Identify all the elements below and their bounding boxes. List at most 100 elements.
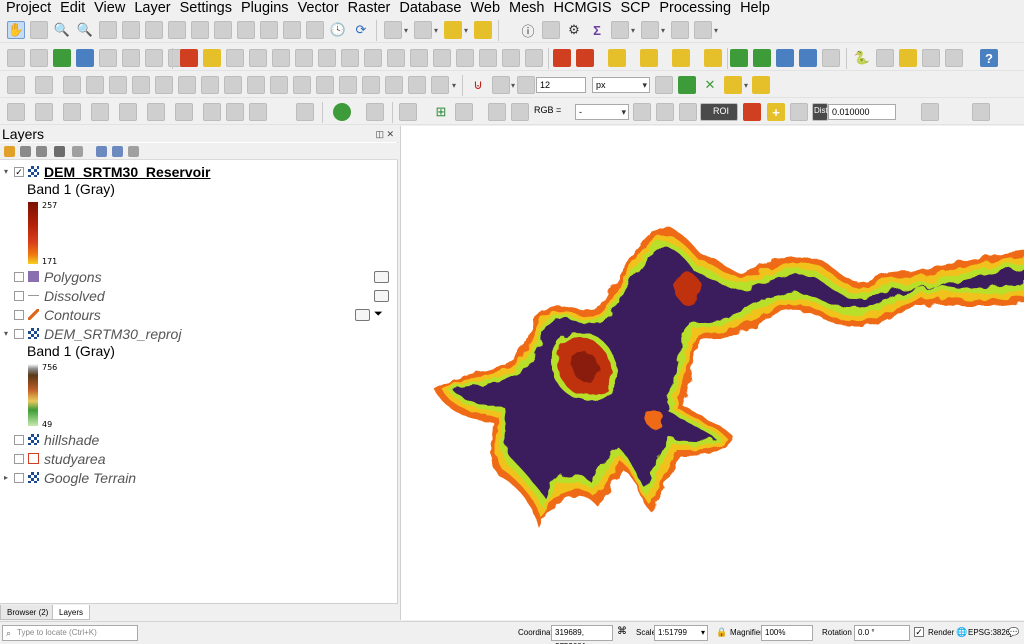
tab-browser[interactable]: Browser (2) — [0, 605, 56, 620]
menu-layer[interactable]: Layer — [131, 0, 176, 17]
magnifier-field[interactable]: 100% — [761, 625, 813, 641]
dist-input[interactable]: 0.010000 — [828, 104, 896, 120]
snap-type-icon[interactable] — [517, 76, 535, 94]
zoom-next-icon[interactable] — [237, 21, 255, 39]
label-tool-icon[interactable] — [433, 49, 451, 67]
pan-hand-icon[interactable]: ✋ — [7, 21, 25, 39]
snap-units-select[interactable]: px — [592, 77, 650, 93]
scp-zoom-icon[interactable]: ⊞ — [432, 103, 450, 121]
data-source-manager-icon[interactable] — [7, 49, 25, 67]
plugin-chart-icon[interactable] — [922, 49, 940, 67]
new-geopackage-icon[interactable] — [30, 49, 48, 67]
add-raster-icon[interactable] — [76, 49, 94, 67]
snap-vertex-icon[interactable] — [492, 76, 510, 94]
menu-help[interactable]: Help — [737, 0, 776, 17]
layer-visibility-checkbox[interactable] — [14, 472, 24, 483]
snapping-magnet-icon[interactable]: ⊍ — [469, 76, 487, 94]
snap-tolerance-input[interactable]: 12 — [536, 77, 586, 93]
plugin-layout-icon[interactable] — [576, 49, 594, 67]
menu-vector[interactable]: Vector — [295, 0, 345, 17]
layer-row-studyarea[interactable]: studyarea — [0, 449, 398, 468]
pin-label-icon[interactable] — [456, 49, 474, 67]
locator-search-input[interactable]: ⌕ Type to locate (Ctrl+K) — [2, 625, 138, 641]
delete-selected-icon[interactable] — [295, 49, 313, 67]
scp-zoom-image-icon[interactable] — [511, 103, 529, 121]
zoom-last-icon[interactable] — [214, 21, 232, 39]
map-canvas[interactable] — [400, 126, 1024, 620]
menu-edit[interactable]: Edit — [57, 0, 91, 17]
plugin-tray-icon[interactable] — [899, 49, 917, 67]
select-features-icon[interactable] — [384, 21, 402, 39]
settings-gear-icon[interactable]: ⚙ — [565, 21, 583, 39]
add-wms-icon[interactable] — [122, 49, 140, 67]
rotate-label-icon[interactable] — [525, 49, 543, 67]
scp-roi-zoom-icon[interactable] — [679, 103, 697, 121]
new-map-view-icon[interactable] — [260, 21, 278, 39]
layer-visibility-checkbox[interactable]: ✓ — [14, 166, 24, 177]
plugin-eraser-icon[interactable] — [876, 49, 894, 67]
extents-toggle-icon[interactable]: ⌘ — [617, 626, 627, 637]
paste-features-icon[interactable] — [364, 49, 382, 67]
snap-self-icon[interactable] — [752, 76, 770, 94]
layer-row-dissolved[interactable]: Dissolved — [0, 286, 398, 305]
plugin-triangle-icon[interactable] — [753, 49, 771, 67]
redo-icon[interactable] — [410, 49, 428, 67]
show-hide-label-icon[interactable] — [479, 49, 497, 67]
expand-all-icon[interactable] — [96, 146, 107, 157]
cut-features-icon[interactable] — [318, 49, 336, 67]
add-group-icon[interactable] — [20, 146, 31, 157]
scale-select[interactable]: 1:51799 — [654, 625, 708, 641]
expander-icon[interactable]: ▸ — [4, 473, 8, 482]
plugin-red-icon[interactable] — [553, 49, 571, 67]
scp-add-roi-icon[interactable]: + — [767, 103, 785, 121]
plugin-yellow-b-icon[interactable] — [640, 49, 658, 67]
scp-image-icon[interactable] — [488, 103, 506, 121]
digitize-icon[interactable] — [249, 49, 267, 67]
temporal-clock-icon[interactable]: 🕓 — [329, 21, 347, 39]
toggle-editing-icon[interactable] — [203, 49, 221, 67]
scp-stretch-a-icon[interactable] — [633, 103, 651, 121]
menu-mesh[interactable]: Mesh — [506, 0, 550, 17]
python-console-icon[interactable]: 🐍 — [853, 49, 871, 67]
zoom-native-icon[interactable] — [191, 21, 209, 39]
add-mesh-icon[interactable] — [99, 49, 117, 67]
tab-layers[interactable]: Layers — [52, 605, 91, 620]
deselect-icon[interactable] — [444, 21, 462, 39]
add-vector-icon[interactable] — [53, 49, 71, 67]
zoom-selection-icon[interactable] — [145, 21, 163, 39]
pan-to-selection-icon[interactable] — [30, 21, 48, 39]
layer-visibility-checkbox[interactable] — [14, 271, 24, 282]
bookmark-icon[interactable] — [306, 21, 324, 39]
scp-tools-icon[interactable] — [455, 103, 473, 121]
layer-row-dem-reproj[interactable]: ▾ DEM_SRTM30_reproj — [0, 324, 398, 343]
plugin-globe-b-icon[interactable] — [799, 49, 817, 67]
embedded-widget-icon[interactable] — [374, 270, 389, 283]
filter-expression-icon[interactable] — [72, 146, 83, 157]
select-all-icon[interactable] — [474, 21, 492, 39]
undo-icon[interactable] — [387, 49, 405, 67]
zoom-in-icon[interactable]: 🔍 — [53, 21, 71, 39]
add-wfs-icon[interactable] — [145, 49, 163, 67]
lock-scale-icon[interactable]: 🔒 — [716, 627, 727, 638]
style-manager-icon[interactable] — [4, 146, 15, 157]
layer-row-google-terrain[interactable]: ▸ Google Terrain — [0, 468, 398, 487]
rotation-field[interactable]: 0.0 ° — [854, 625, 910, 641]
remove-layer-icon[interactable] — [128, 146, 139, 157]
menu-plugins[interactable]: Plugins — [238, 0, 295, 17]
expander-icon[interactable]: ▾ — [4, 329, 8, 338]
menu-project[interactable]: Project — [3, 0, 57, 17]
topological-editing-icon[interactable] — [655, 76, 673, 94]
menu-web[interactable]: Web — [467, 0, 506, 17]
menu-settings[interactable]: Settings — [177, 0, 238, 17]
roi-label[interactable]: ROI — [700, 103, 738, 121]
zoom-full-icon[interactable] — [122, 21, 140, 39]
plugin-eye-icon[interactable] — [945, 49, 963, 67]
locator-icon[interactable] — [694, 21, 712, 39]
new-3d-view-icon[interactable] — [283, 21, 301, 39]
coordinate-field[interactable]: 319689, 2752681 — [551, 625, 613, 644]
measure-icon[interactable] — [611, 21, 629, 39]
expander-icon[interactable]: ▾ — [4, 167, 8, 176]
crs-label[interactable]: EPSG:3826 — [968, 628, 1010, 637]
plugin-globe-a-icon[interactable] — [776, 49, 794, 67]
embedded-widget-icon[interactable] — [374, 289, 389, 302]
